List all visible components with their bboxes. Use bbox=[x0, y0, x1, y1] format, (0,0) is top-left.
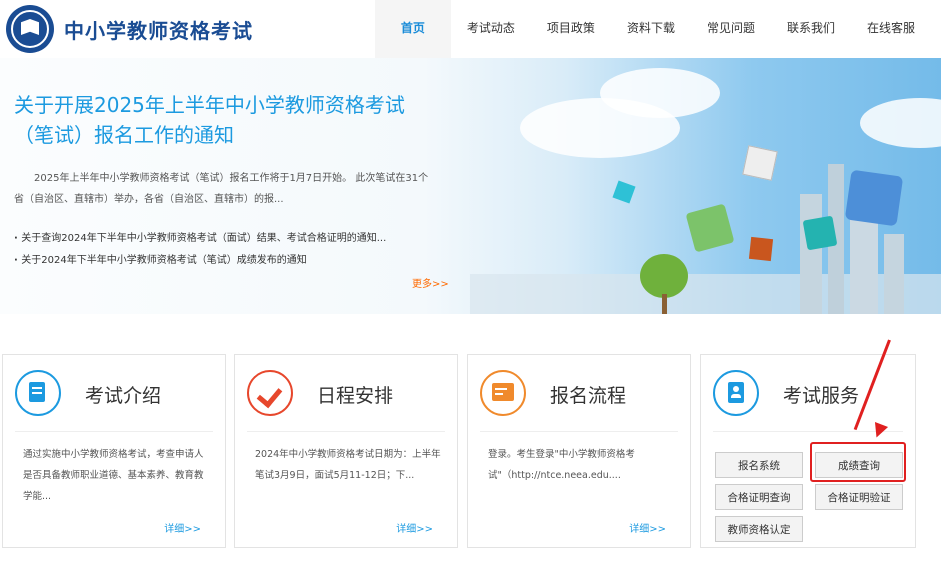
floating-cube-icon bbox=[612, 180, 636, 204]
more-link[interactable]: 更多>> bbox=[412, 275, 449, 290]
cloud-decoration bbox=[860, 98, 941, 148]
news-banner: 关于开展2025年上半年中小学教师资格考试（笔试）报名工作的通知 2025年上半… bbox=[0, 58, 941, 314]
nav-exam-news[interactable]: 考试动态 bbox=[451, 0, 531, 58]
tree-icon bbox=[640, 254, 688, 298]
detail-link[interactable]: 详细>> bbox=[396, 520, 433, 535]
registration-system-button[interactable]: 报名系统 bbox=[715, 452, 803, 478]
header: 中小学教师资格考试 首页 考试动态 项目政策 资料下载 常见问题 联系我们 在线… bbox=[0, 0, 941, 59]
card-title[interactable]: 日程安排 bbox=[317, 381, 393, 408]
card-title[interactable]: 考试介绍 bbox=[85, 381, 161, 408]
card-header: 考试服务 bbox=[713, 355, 903, 432]
city-building bbox=[800, 194, 822, 314]
floating-cube-icon bbox=[844, 169, 904, 227]
nav-downloads[interactable]: 资料下载 bbox=[611, 0, 691, 58]
headline-link[interactable]: 关于开展2025年上半年中小学教师资格考试（笔试）报名工作的通知 bbox=[14, 90, 434, 150]
site-title: 中小学教师资格考试 bbox=[64, 18, 253, 43]
cloud-decoration bbox=[600, 68, 720, 118]
highlight-box bbox=[810, 442, 906, 482]
document-icon bbox=[15, 370, 61, 416]
nav-contact[interactable]: 联系我们 bbox=[771, 0, 851, 58]
nav-policy[interactable]: 项目政策 bbox=[531, 0, 611, 58]
news-link[interactable]: 关于查询2024年下半年中小学教师资格考试（面试）结果、考试合格证明的通知... bbox=[14, 228, 444, 250]
card-text: 通过实施中小学教师资格考试，考查申请人是否具备教师职业道德、基本素养、教育教学能… bbox=[23, 449, 204, 502]
city-building bbox=[884, 234, 904, 314]
floating-cube-icon bbox=[685, 203, 735, 253]
card-exam-intro: 考试介绍 通过实施中小学教师资格考试，考查申请人是否具备教师职业道德、基本素养、… bbox=[2, 354, 226, 548]
headline-summary: 2025年上半年中小学教师资格考试（笔试）报名工作将于1月7日开始。 此次笔试在… bbox=[14, 173, 429, 205]
city-building bbox=[850, 214, 878, 314]
news-link[interactable]: 关于2024年下半年中小学教师资格考试（笔试）成绩发布的通知 bbox=[14, 250, 444, 272]
news-list: 关于查询2024年下半年中小学教师资格考试（面试）结果、考试合格证明的通知...… bbox=[14, 228, 444, 272]
card-header: 报名流程 bbox=[480, 355, 678, 432]
card-registration: 报名流程 登录。考生登录"中小学教师资格考试"（http://ntce.neea… bbox=[467, 354, 691, 548]
nav-online-service[interactable]: 在线客服 bbox=[851, 0, 931, 58]
certificate-query-button[interactable]: 合格证明查询 bbox=[715, 484, 803, 510]
main-nav: 首页 考试动态 项目政策 资料下载 常见问题 联系我们 在线客服 bbox=[374, 0, 931, 58]
teacher-certification-button[interactable]: 教师资格认定 bbox=[715, 516, 803, 542]
nav-home[interactable]: 首页 bbox=[374, 0, 451, 58]
card-header: 日程安排 bbox=[247, 355, 445, 432]
card-schedule: 日程安排 2024年中小学教师资格考试日期为：上半年笔试3月9日，面试5月11-… bbox=[234, 354, 458, 548]
registration-icon bbox=[480, 370, 526, 416]
floating-cube-icon bbox=[742, 145, 778, 181]
card-text: 2024年中小学教师资格考试日期为：上半年笔试3月9日，面试5月11-12日；下… bbox=[255, 449, 441, 481]
detail-link[interactable]: 详细>> bbox=[629, 520, 666, 535]
card-title[interactable]: 报名流程 bbox=[550, 381, 626, 408]
floating-cube-icon bbox=[802, 215, 838, 251]
card-text: 登录。考生登录"中小学教师资格考试"（http://ntce.neea.edu.… bbox=[488, 449, 635, 481]
certificate-verify-button[interactable]: 合格证明验证 bbox=[815, 484, 903, 510]
checkmark-icon bbox=[247, 370, 293, 416]
logo[interactable]: 中小学教师资格考试 bbox=[6, 5, 253, 53]
detail-link[interactable]: 详细>> bbox=[164, 520, 201, 535]
nav-faq[interactable]: 常见问题 bbox=[691, 0, 771, 58]
tree-trunk bbox=[662, 294, 667, 314]
service-book-icon bbox=[713, 370, 759, 416]
logo-seal-icon bbox=[6, 5, 54, 53]
card-header: 考试介绍 bbox=[15, 355, 213, 432]
floating-cube-icon bbox=[748, 236, 774, 262]
card-title[interactable]: 考试服务 bbox=[783, 381, 859, 408]
